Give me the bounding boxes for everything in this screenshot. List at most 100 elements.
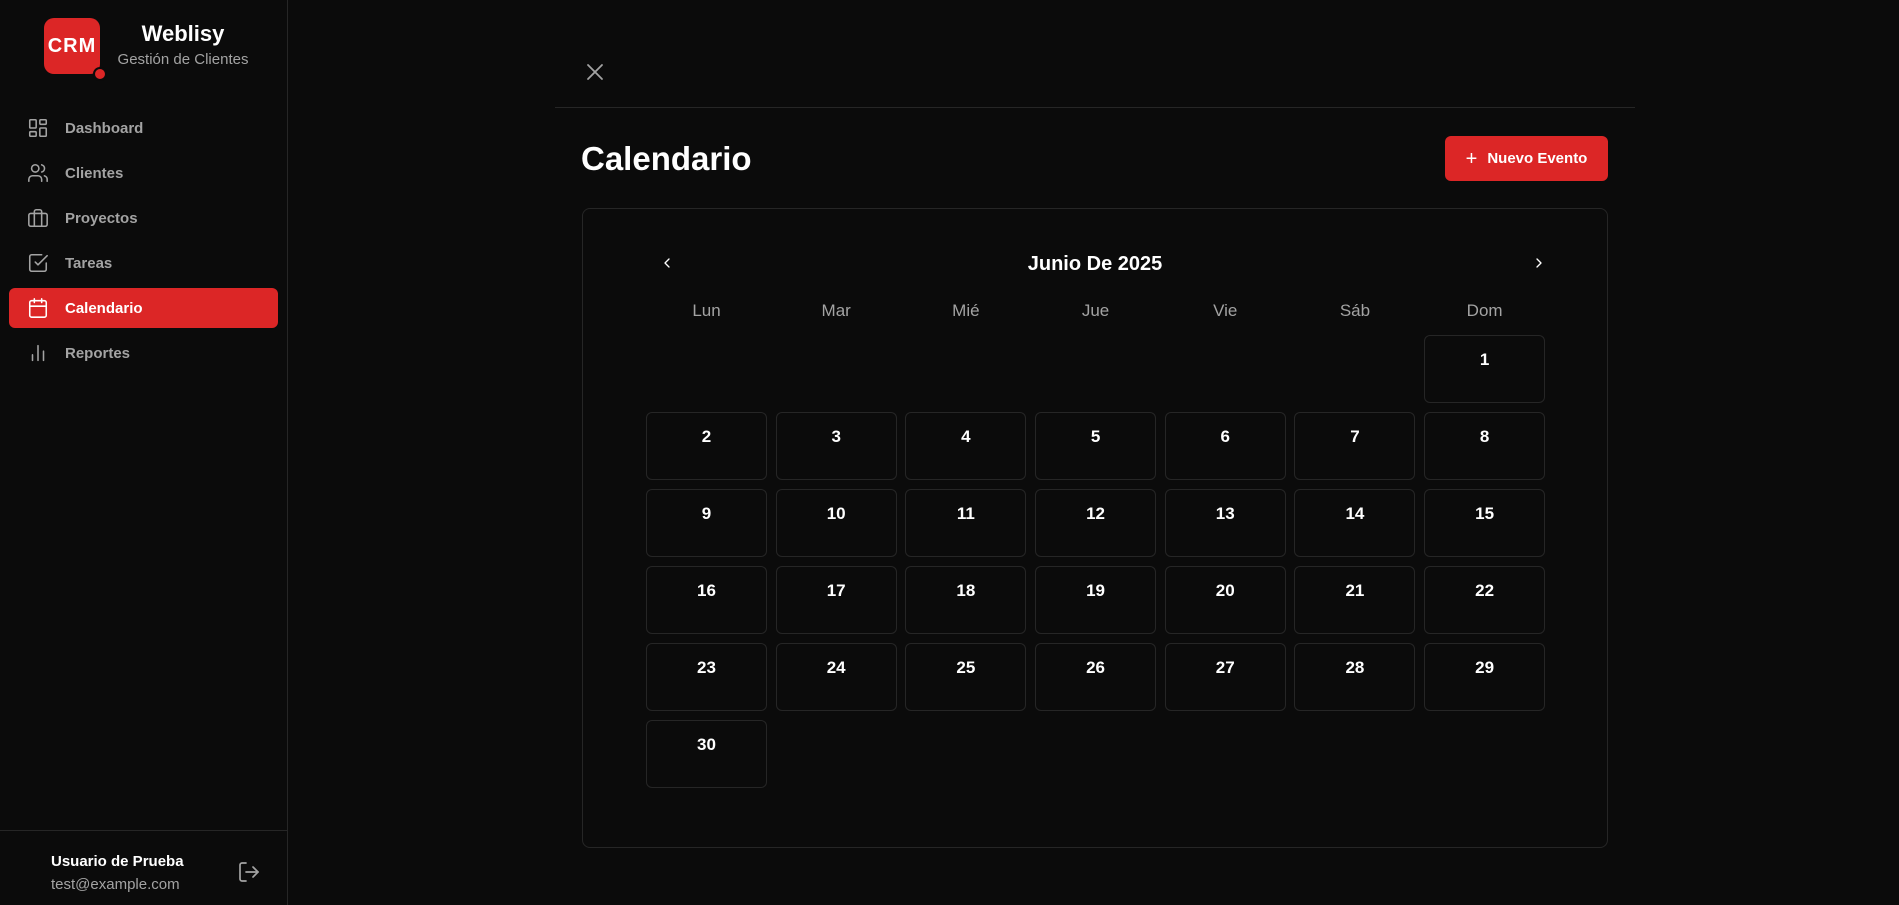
calendar-empty-cell <box>905 335 1026 403</box>
logo-text: CRM <box>47 34 97 57</box>
calendar-day-cell[interactable]: 8 <box>1424 412 1546 480</box>
calendar-day-cell[interactable]: 20 <box>1164 566 1286 634</box>
briefcase-icon <box>27 207 49 229</box>
calendar-day-cell[interactable]: 2 <box>646 412 767 480</box>
sidebar-item-clientes[interactable]: Clientes <box>9 153 278 193</box>
calendar-day-cell[interactable]: 19 <box>1035 566 1157 634</box>
sidebar-item-dashboard[interactable]: Dashboard <box>9 108 278 148</box>
calendar-empty-cell <box>646 335 767 403</box>
calendar-empty-cell <box>776 335 897 403</box>
calendar-empty-cell <box>1294 335 1415 403</box>
calendar-day-cell[interactable]: 28 <box>1294 643 1416 711</box>
sidebar-item-tareas[interactable]: Tareas <box>9 243 278 283</box>
calendar-day-cell[interactable]: 22 <box>1424 566 1546 634</box>
sidebar-item-label: Reportes <box>65 344 131 362</box>
calendar-day-cell[interactable]: 5 <box>1035 412 1157 480</box>
calendar-day-cell[interactable]: 14 <box>1294 489 1416 557</box>
calendar-day-cell[interactable]: 11 <box>905 489 1027 557</box>
calendar-day-number: 25 <box>956 658 976 677</box>
sidebar-item-label: Calendario <box>65 299 143 317</box>
calendar-day-cell[interactable]: 6 <box>1164 412 1286 480</box>
calendar-day-number: 12 <box>1086 504 1106 523</box>
weekday-label: Lun <box>692 301 721 320</box>
sidebar-item-label: Dashboard <box>65 119 144 137</box>
calendar-day-number: 20 <box>1215 581 1235 600</box>
app-subtitle: Gestión de Clientes <box>117 51 249 68</box>
calendar-day-number: 5 <box>1090 427 1101 446</box>
calendar-day-number: 1 <box>1479 350 1490 369</box>
calendar-day-cell[interactable]: 7 <box>1294 412 1416 480</box>
calendar-day-number: 3 <box>831 427 841 446</box>
calendar-day-cell[interactable]: 26 <box>1035 643 1157 711</box>
calendar-day-cell[interactable]: 15 <box>1424 489 1546 557</box>
calendar-day-cell[interactable]: 21 <box>1294 566 1416 634</box>
app-name: Weblisy <box>141 21 225 46</box>
user-name: Usuario de Prueba <box>51 853 184 870</box>
calendar-day-cell[interactable]: 27 <box>1164 643 1286 711</box>
new-event-button[interactable]: + Nuevo Evento <box>1445 136 1608 181</box>
calendar-day-number: 21 <box>1345 581 1365 600</box>
calendar-day-cell[interactable]: 4 <box>905 412 1027 480</box>
weekday-header: Lun Mar Mié Jue Vie Sáb Dom <box>646 301 1551 321</box>
calendar-empty-cell <box>1035 335 1156 403</box>
calendar-day-number: 29 <box>1475 658 1495 677</box>
chevron-right-icon[interactable] <box>1527 251 1551 275</box>
calendar-empty-cell <box>1165 335 1286 403</box>
plus-icon: + <box>1465 147 1478 170</box>
crm-logo: CRM <box>44 18 107 81</box>
brand-text: Weblisy Gestión de Clientes <box>108 20 258 70</box>
calendar-day-number: 27 <box>1215 658 1235 677</box>
sidebar-item-label: Tareas <box>65 254 113 272</box>
calendar-day-cell[interactable]: 10 <box>775 489 897 557</box>
calendar-day-number: 13 <box>1215 504 1235 523</box>
sidebar-item-proyectos[interactable]: Proyectos <box>9 198 278 238</box>
calendar-month-label: Junio De 2025 <box>1027 253 1163 275</box>
brand: CRM Weblisy Gestión de Clientes <box>44 18 248 81</box>
weekday-label: Jue <box>1081 301 1110 320</box>
logout-icon[interactable] <box>237 860 261 884</box>
calendar-day-cell[interactable]: 24 <box>775 643 897 711</box>
calendar-day-cell[interactable]: 17 <box>775 566 897 634</box>
calendar-day-cell[interactable]: 29 <box>1424 643 1546 711</box>
calendar-day-number: 17 <box>826 581 846 600</box>
user-panel: Usuario de Prueba test@example.com <box>0 830 287 905</box>
weekday-label: Mar <box>821 301 851 320</box>
close-icon[interactable] <box>583 60 607 84</box>
new-event-label: Nuevo Evento <box>1487 150 1588 167</box>
calendar-day-cell[interactable]: 23 <box>646 643 767 711</box>
calendar-day-number: 16 <box>697 581 716 600</box>
sidebar-item-calendario[interactable]: Calendario <box>9 288 278 328</box>
users-icon <box>27 162 49 184</box>
calendar-day-number: 7 <box>1350 427 1360 446</box>
calendar-day-number: 23 <box>697 658 716 677</box>
logo-dot <box>93 67 107 81</box>
calendar-day-cell[interactable]: 9 <box>646 489 767 557</box>
calendar-day-cell[interactable]: 12 <box>1035 489 1157 557</box>
user-email: test@example.com <box>51 876 180 893</box>
weekday-label: Vie <box>1213 301 1238 320</box>
dashboard-icon <box>27 117 49 139</box>
calendar-day-cell[interactable]: 13 <box>1164 489 1286 557</box>
calendar-day-number: 8 <box>1479 427 1490 446</box>
calendar-day-cell[interactable]: 3 <box>775 412 897 480</box>
calendar-day-number: 24 <box>826 658 846 677</box>
sidebar: CRM Weblisy Gestión de Clientes Dashboar… <box>0 0 288 905</box>
calendar-day-cell[interactable]: 18 <box>905 566 1027 634</box>
calendar-day-number: 26 <box>1086 658 1106 677</box>
weekday-label: Dom <box>1466 301 1503 320</box>
calendar-day-cell[interactable]: 25 <box>905 643 1027 711</box>
calendar-day-number: 14 <box>1345 504 1365 523</box>
calendar-day-number: 18 <box>956 581 976 600</box>
calendar-day-cell[interactable]: 16 <box>646 566 767 634</box>
calendar-day-number: 15 <box>1475 504 1495 523</box>
sidebar-item-reportes[interactable]: Reportes <box>9 333 278 373</box>
calendar-day-cell[interactable]: 30 <box>646 720 767 788</box>
calendar-day-cell[interactable]: 1 <box>1424 335 1546 403</box>
calendar-day-number: 28 <box>1345 658 1365 677</box>
calendar-day-number: 10 <box>826 504 846 523</box>
calendar-day-number: 30 <box>697 735 716 754</box>
calendar-day-number: 2 <box>701 427 712 446</box>
sidebar-item-label: Proyectos <box>65 209 138 227</box>
sidebar-nav: Dashboard Clientes Proyectos Tareas Cale… <box>9 108 278 378</box>
bar-chart-icon <box>27 342 49 364</box>
